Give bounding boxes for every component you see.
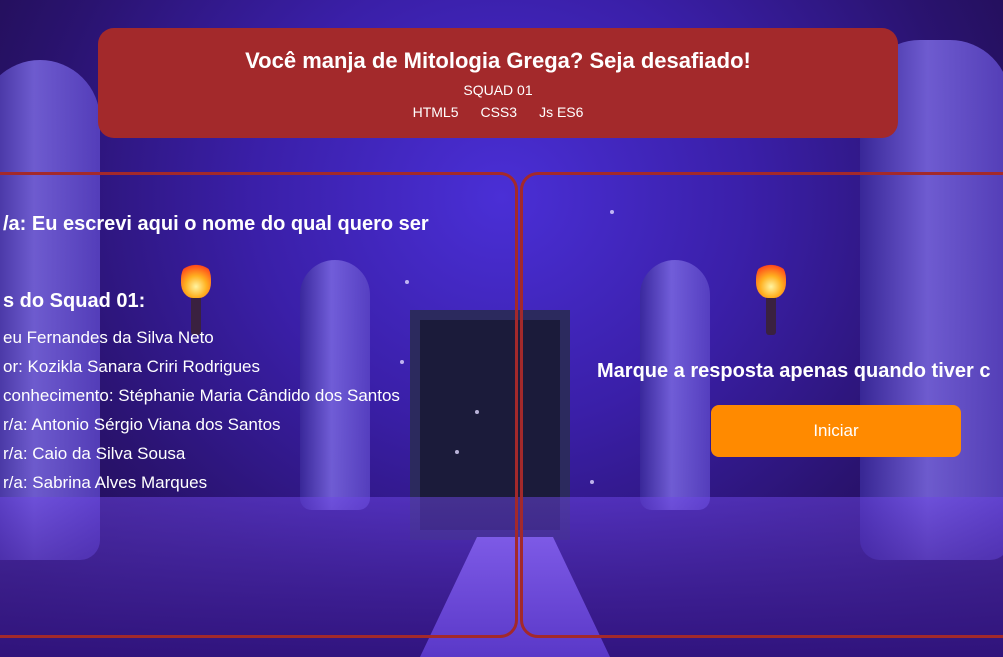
page-title: Você manja de Mitologia Grega? Seja desa… bbox=[245, 48, 751, 73]
tech-css3: CSS3 bbox=[480, 104, 518, 120]
start-button[interactable]: Iniciar bbox=[711, 405, 961, 457]
quiz-panel: Marque a resposta apenas quando tiver c … bbox=[520, 172, 1003, 638]
info-panel: /a: Eu escrevi aqui o nome do qual quero… bbox=[0, 172, 518, 638]
author-line: /a: Eu escrevi aqui o nome do qual quero… bbox=[3, 213, 429, 235]
header-card: Você manja de Mitologia Grega? Seja desa… bbox=[98, 28, 898, 138]
list-item: or: Kozikla Sanara Criri Rodrigues bbox=[3, 357, 260, 376]
squad-heading: s do Squad 01: bbox=[3, 290, 146, 312]
tech-js: Js ES6 bbox=[539, 104, 584, 120]
instruction-text: Marque a resposta apenas quando tiver c bbox=[597, 360, 991, 382]
list-item: eu Fernandes da Silva Neto bbox=[3, 328, 214, 347]
list-item: r/a: Antonio Sérgio Viana dos Santos bbox=[3, 415, 281, 434]
tech-html5: HTML5 bbox=[412, 104, 459, 120]
list-item: r/a: Sabrina Alves Marques bbox=[3, 473, 208, 492]
tech-list: HTML5 CSS3 Js ES6 bbox=[98, 104, 898, 120]
list-item: r/a: Caio da Silva Sousa bbox=[3, 444, 186, 463]
list-item: conhecimento: Stéphanie Maria Cândido do… bbox=[3, 386, 400, 405]
squad-label: SQUAD 01 bbox=[463, 82, 533, 98]
member-list: eu Fernandes da Silva Neto or: Kozikla S… bbox=[3, 323, 429, 497]
